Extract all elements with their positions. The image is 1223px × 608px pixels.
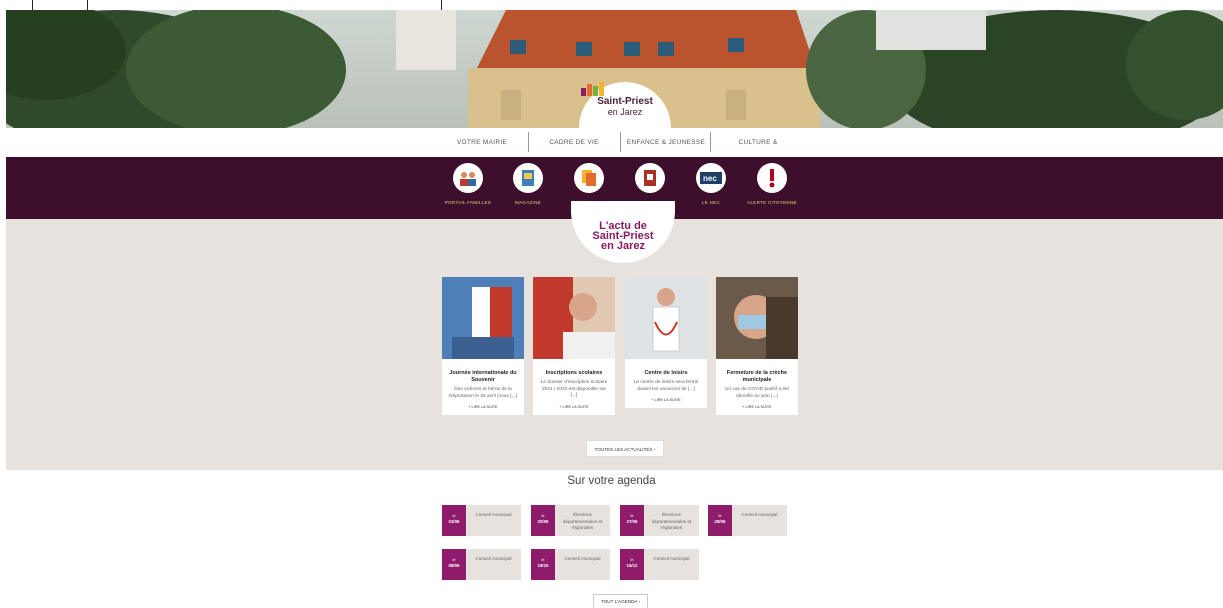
read-more-link[interactable]: + LIRE LA SUITE	[716, 400, 798, 415]
event-label: Élections départementales et régionales	[562, 512, 603, 530]
event-date-prefix: le	[718, 513, 722, 518]
svg-text:nec: nec	[703, 174, 717, 183]
nav-divider	[528, 132, 529, 152]
quicklink-label: MAGAZINE	[515, 200, 541, 205]
news-heading-line: en Jarez	[600, 240, 646, 252]
news-card-image	[716, 277, 798, 359]
agenda-event[interactable]: le 28/06 Conseil municipal	[708, 505, 787, 536]
event-label: Conseil municipal	[475, 512, 512, 517]
news-card[interactable]: Fermeture de la crèche municipale Un cas…	[716, 277, 798, 415]
strip-divider	[441, 0, 442, 10]
news-card-excerpt: Le dossier d'inscription scolaire 2021 /…	[540, 380, 608, 398]
event-date: 15/12	[626, 563, 638, 568]
nav-item-culture-associations[interactable]: CULTURE & ASSOCIATIONS	[713, 134, 803, 164]
event-date-prefix: le	[630, 513, 634, 518]
news-card-image	[442, 277, 524, 359]
hero-banner: Saint-Priest en Jarez	[6, 10, 1223, 128]
agenda-event[interactable]: le 08/09 Conseil municipal	[442, 549, 521, 580]
event-date: 08/09	[448, 563, 460, 568]
news-card-image	[533, 277, 615, 359]
event-date-badge: le 15/12	[620, 549, 644, 580]
event-label: Élections départementales et régionales	[651, 512, 692, 530]
news-section: L'actu de Saint-Priest en Jarez Journée …	[6, 201, 1223, 470]
quicklink-le-nec[interactable]: nec LE NEC	[676, 163, 746, 205]
agenda-event[interactable]: le 18/10 Conseil municipal	[531, 549, 610, 580]
event-date-prefix: le	[452, 557, 456, 562]
quicklink-label: ALERTE CITOYENNE	[747, 200, 797, 205]
news-card-excerpt: Le centre de loisirs sera fermé durant l…	[633, 380, 699, 392]
quicklink-magazine[interactable]: MAGAZINE	[493, 163, 563, 205]
event-date: 03/06	[448, 519, 460, 524]
event-date: 27/06	[626, 519, 638, 524]
event-date-prefix: le	[452, 513, 456, 518]
news-card-image	[625, 277, 707, 359]
news-card-title: Fermeture de la crèche municipale	[726, 370, 788, 383]
quicklink-les-services[interactable]: LES SERVICES	[615, 163, 685, 205]
news-heading-badge: L'actu de Saint-Priest en Jarez	[571, 201, 675, 263]
event-date: 18/10	[537, 563, 549, 568]
read-more-link[interactable]: + LIRE LA SUITE	[533, 400, 615, 415]
read-more-link[interactable]: + LIRE LA SUITE	[442, 400, 524, 415]
all-agenda-button[interactable]: TOUT L'AGENDA ›	[593, 594, 648, 608]
main-nav: VOTRE MAIRIE CADRE DE VIE ENFANCE & JEUN…	[0, 128, 1223, 164]
news-card-excerpt: Un cas de COVID positif a été identifié …	[725, 387, 789, 399]
event-label: Conseil municipal	[475, 556, 512, 561]
agenda-title: Sur votre agenda	[567, 475, 656, 487]
services-icon	[635, 163, 665, 193]
strip-divider	[87, 0, 88, 10]
top-strip	[0, 0, 1223, 10]
nav-item-votre-mairie[interactable]: VOTRE MAIRIE	[445, 134, 519, 152]
documents-icon	[574, 163, 604, 193]
event-label: Conseil municipal	[653, 556, 690, 561]
nav-divider	[620, 132, 621, 152]
nav-divider	[710, 132, 711, 152]
quicklink-alerte-citoyenne[interactable]: ALERTE CITOYENNE	[737, 163, 807, 205]
news-card[interactable]: Journée internationale du Souvenir Des v…	[442, 277, 524, 415]
agenda-event[interactable]: le 03/06 Conseil municipal	[442, 505, 521, 536]
event-date-badge: le 28/06	[708, 505, 732, 536]
agenda-event[interactable]: le 15/12 Conseil municipal	[620, 549, 699, 580]
logo-name: Saint-Priest	[597, 96, 653, 107]
event-label: Conseil municipal	[741, 512, 778, 517]
strip-divider	[32, 0, 33, 10]
nav-item-cadre-de-vie[interactable]: CADRE DE VIE	[540, 134, 608, 152]
event-label: Conseil municipal	[564, 556, 601, 561]
agenda-event[interactable]: le 27/06 Élections départementales et rég…	[620, 505, 699, 536]
logo-mark-icon	[581, 82, 604, 96]
event-date-badge: le 03/06	[442, 505, 466, 536]
alert-icon	[757, 163, 787, 193]
nav-item-enfance-jeunesse[interactable]: ENFANCE & JEUNESSE	[626, 134, 706, 152]
agenda-event[interactable]: le 20/06 Élections départementales et rég…	[531, 505, 610, 536]
quicklink-demarches[interactable]: DÉMARCHES	[554, 163, 624, 205]
read-more-link[interactable]: + LIRE LA SUITE	[625, 393, 707, 408]
news-card-title: Journée internationale du Souvenir	[449, 370, 517, 383]
event-date-badge: le 18/10	[531, 549, 555, 580]
event-date: 20/06	[537, 519, 549, 524]
quicklink-label: LE NEC	[701, 200, 721, 205]
news-card[interactable]: Centre de loisirs Le centre de loisirs s…	[625, 277, 707, 408]
event-date-prefix: le	[541, 513, 545, 518]
logo-subname: en Jarez	[607, 107, 643, 117]
event-date-badge: le 27/06	[620, 505, 644, 536]
event-date-prefix: le	[541, 557, 545, 562]
news-card[interactable]: Inscriptions scolaires Le dossier d'insc…	[533, 277, 615, 415]
news-card-title: Inscriptions scolaires	[545, 370, 603, 376]
event-date-badge: le 08/09	[442, 549, 466, 580]
nec-icon: nec	[696, 163, 726, 193]
family-icon	[453, 163, 483, 193]
news-card-excerpt: Des victimes et héros de la Déportation …	[449, 387, 517, 399]
event-date-badge: le 20/06	[531, 505, 555, 536]
all-news-button[interactable]: TOUTES LES ACTUALITÉS ›	[586, 440, 664, 457]
event-date: 28/06	[714, 519, 726, 524]
event-date-prefix: le	[630, 557, 634, 562]
magazine-icon	[513, 163, 543, 193]
news-card-title: Centre de loisirs	[644, 370, 688, 376]
